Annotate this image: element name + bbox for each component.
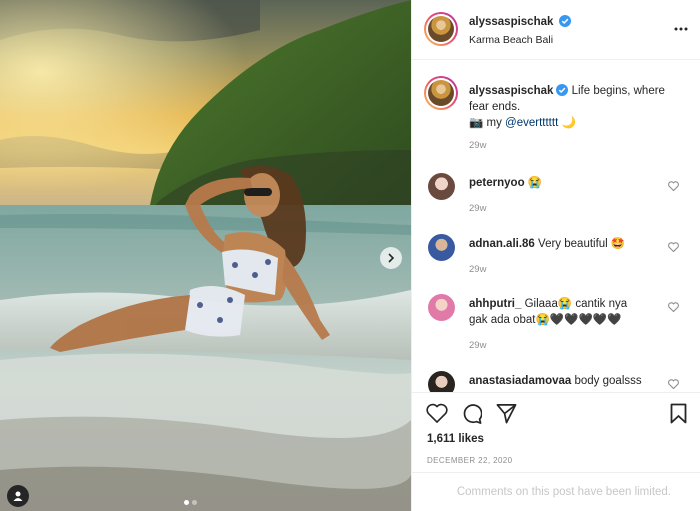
bookmark-icon[interactable] [670,403,687,424]
comment-text: anastasiadamovaa body goalsss [469,373,669,389]
comment-time[interactable]: 29w [469,264,486,275]
comment-body-line-2: gak ada obat😭🖤🖤🖤🖤🖤 [469,314,622,326]
heart-icon[interactable] [426,403,448,423]
likes-count[interactable]: 1,611 likes [427,433,484,445]
comment-username[interactable]: adnan.ali.86 [469,238,535,250]
post-caption: alyssaspischak Life begins, where fear e… [469,83,689,131]
comments-limited-text: Comments on this post have been limited. [456,486,671,498]
caption-line-1: Life begins, where [571,85,665,97]
comment-text: ahhputri_ Gilaaa😭 cantik nya gak ada oba… [469,296,669,328]
caption-mention-link[interactable]: @evertttttt [505,117,558,129]
caption-line-3: 📷 my [469,117,502,129]
caption-avatar[interactable] [424,76,458,110]
comment-username[interactable]: anastasiadamovaa [469,375,571,387]
heart-icon[interactable] [668,181,679,191]
post-actions: 1,611 likes DECEMBER 22, 2020 [412,392,700,472]
caption-time[interactable]: 29w [469,140,486,151]
commenter-avatar[interactable] [428,234,455,261]
commenter-avatar[interactable] [428,294,455,321]
author-username[interactable]: alyssaspischak [469,16,553,28]
author-avatar[interactable] [424,12,458,46]
post-date[interactable]: DECEMBER 22, 2020 [427,456,513,465]
comment-body: body goalsss [574,375,642,387]
caption-line-2: fear ends. [469,101,521,113]
beach-scene-image [0,0,411,511]
comment-body: Gilaaa😭 cantik nya [524,298,628,310]
carousel-indicator [184,500,197,505]
comment-text: adnan.ali.86 Very beautiful 🤩 [469,236,669,252]
chevron-right-icon [388,253,395,263]
comments-list[interactable]: alyssaspischak Life begins, where fear e… [412,60,700,392]
more-options-icon[interactable] [674,22,688,36]
heart-icon[interactable] [668,302,679,312]
caption-username[interactable]: alyssaspischak [469,85,553,97]
heart-icon[interactable] [668,379,679,389]
post-photo[interactable] [0,0,411,511]
verified-badge-icon [559,15,572,27]
commenter-avatar[interactable] [428,173,455,200]
comment-body: 😭 [527,177,543,189]
post-header: alyssaspischak Karma Beach Bali [412,0,700,60]
comment-username[interactable]: peternyoo [469,177,525,189]
comments-limited-notice: Comments on this post have been limited. [412,472,700,511]
carousel-dot [192,500,197,505]
verified-badge-icon [556,84,569,96]
comment-time[interactable]: 29w [469,203,486,214]
comment-text: peternyoo 😭 [469,175,669,191]
caption-emoji: 🌙 [561,117,576,129]
carousel-dot-active [184,500,189,505]
carousel-next-button[interactable] [380,247,402,269]
comment-body: Very beautiful 🤩 [538,238,626,250]
comment-bubble-icon[interactable] [461,403,482,424]
user-tag-icon [13,491,23,501]
user-tags-button[interactable] [7,485,29,507]
post-location[interactable]: Karma Beach Bali [469,34,553,46]
heart-icon[interactable] [668,242,679,252]
comment-username[interactable]: ahhputri_ [469,298,521,310]
comment-time[interactable]: 29w [469,340,486,351]
post-side-panel: alyssaspischak Karma Beach Bali alyssasp… [411,0,700,511]
paper-plane-icon[interactable] [496,403,517,424]
commenter-avatar[interactable] [428,371,455,392]
